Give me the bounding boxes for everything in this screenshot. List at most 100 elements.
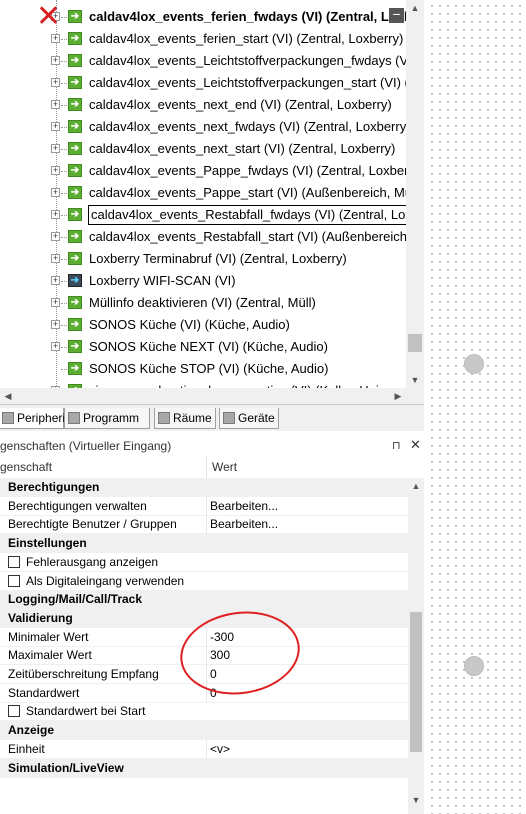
tree-item-label: caldav4lox_events_ferien_fwdays (VI) (Ze… bbox=[89, 9, 406, 24]
tree-branch-line bbox=[61, 347, 67, 348]
tab-label: Programm bbox=[83, 411, 140, 425]
column-header-value[interactable]: Wert bbox=[212, 460, 237, 474]
property-row[interactable]: Berechtigte Benutzer / Gruppen Bearbeiten… bbox=[0, 515, 408, 535]
close-icon[interactable]: ✕ bbox=[410, 436, 421, 454]
scroll-right-arrow-icon[interactable]: ▶ bbox=[390, 388, 406, 404]
expand-plus-icon[interactable]: + bbox=[51, 78, 60, 87]
properties-scrollbar[interactable]: ▲ ▼ bbox=[408, 478, 424, 814]
expand-plus-icon[interactable]: + bbox=[51, 210, 60, 219]
program-canvas[interactable] bbox=[426, 0, 526, 814]
expand-plus-icon[interactable]: + bbox=[51, 276, 60, 285]
tree-branch-line bbox=[61, 83, 67, 84]
tree-item[interactable]: + ➔ Loxberry WIFI-SCAN (VI) bbox=[0, 270, 406, 292]
vi-input-icon: ➔ bbox=[68, 10, 82, 23]
expand-plus-icon[interactable]: + bbox=[51, 100, 60, 109]
expand-plus-icon[interactable]: + bbox=[51, 232, 60, 241]
tree-item[interactable]: + ➔ SONOS Küche (VI) (Küche, Audio) bbox=[0, 314, 406, 336]
expand-plus-icon[interactable]: + bbox=[51, 166, 60, 175]
scroll-down-arrow-icon[interactable]: ▼ bbox=[408, 792, 424, 808]
scroll-down-arrow-icon[interactable]: ▼ bbox=[406, 372, 424, 388]
property-row[interactable]: Berechtigungen verwalten Bearbeiten... bbox=[0, 496, 408, 516]
property-name: Logging/Mail/Call/Track bbox=[8, 592, 143, 607]
tree-item-label: caldav4lox_events_next_fwdays (VI) (Zent… bbox=[89, 119, 406, 134]
tab-strip: Peripherie Programm Räume Geräte bbox=[0, 404, 424, 431]
property-row[interactable]: Als Digitaleingang verwenden bbox=[0, 572, 408, 591]
tree-item-label: SONOS Küche STOP (VI) (Küche, Audio) bbox=[89, 361, 329, 376]
property-row[interactable]: Standardwert bei Start bbox=[0, 702, 408, 722]
tab-programm[interactable]: Programm bbox=[64, 408, 150, 429]
collapse-minus-icon[interactable]: − bbox=[389, 7, 404, 23]
expand-plus-icon[interactable]: + bbox=[51, 298, 60, 307]
property-name: Einstellungen bbox=[8, 536, 87, 551]
expand-plus-icon[interactable]: + bbox=[51, 56, 60, 65]
property-name: Anzeige bbox=[8, 723, 55, 738]
tree-branch-line bbox=[61, 237, 67, 238]
property-name: Standardwert bei Start bbox=[26, 704, 146, 719]
tree-branch-line bbox=[61, 259, 67, 260]
expand-plus-icon[interactable]: + bbox=[51, 342, 60, 351]
expand-plus-icon[interactable]: + bbox=[51, 254, 60, 263]
scroll-thumb[interactable] bbox=[408, 334, 422, 352]
vi-input-icon: ➔ bbox=[68, 230, 82, 243]
tree-item-label: caldav4lox_events_next_start (VI) (Zentr… bbox=[89, 141, 396, 156]
expand-plus-icon[interactable]: + bbox=[51, 144, 60, 153]
column-header-property[interactable]: genschaft bbox=[0, 460, 52, 474]
expand-plus-icon[interactable]: + bbox=[51, 188, 60, 197]
tree-item[interactable]: + ➔ Loxberry Terminabruf (VI) (Zentral, Lo… bbox=[0, 248, 406, 270]
cell-divider bbox=[206, 515, 207, 535]
tree-item[interactable]: + ➔ SONOS Küche NEXT (VI) (Küche, Audio) bbox=[0, 336, 406, 358]
scroll-up-arrow-icon[interactable]: ▲ bbox=[408, 478, 424, 494]
tree-item[interactable]: +➔viessmann_heating_burner_active (VI) (… bbox=[0, 380, 406, 388]
tree-item-label: Loxberry Terminabruf (VI) (Zentral, Loxb… bbox=[89, 251, 347, 266]
tree-item[interactable]: + ➔ caldav4lox_events_Restabfall_fwdays (V… bbox=[0, 204, 406, 226]
connection-node[interactable] bbox=[464, 656, 484, 676]
tree-item[interactable]: ➔ SONOS Küche STOP (VI) (Küche, Audio) bbox=[0, 358, 406, 380]
vi-input-icon: ➔ bbox=[68, 54, 82, 67]
tree-branch-line bbox=[61, 39, 67, 40]
vi-input-icon: ➔ bbox=[68, 296, 82, 309]
checkbox[interactable] bbox=[8, 705, 20, 718]
tree-branch-line bbox=[61, 105, 67, 106]
tree-item[interactable]: + ➔ Müllinfo deaktivieren (VI) (Zentral, M… bbox=[0, 292, 406, 314]
properties-header: genschaft Wert bbox=[0, 456, 424, 479]
checkbox[interactable] bbox=[8, 555, 20, 568]
pin-icon[interactable]: ⊓ bbox=[392, 437, 401, 455]
scroll-up-arrow-icon[interactable]: ▲ bbox=[406, 0, 424, 16]
property-value[interactable]: <v> bbox=[210, 740, 230, 759]
tree-item[interactable]: + ➔ caldav4lox_events_Leichtstoffverpackun… bbox=[0, 50, 406, 72]
scroll-left-arrow-icon[interactable]: ◀ bbox=[0, 388, 16, 404]
property-category: Einstellungen bbox=[0, 534, 408, 554]
tab-peripherie[interactable]: Peripherie bbox=[0, 408, 72, 429]
vi-input-icon: ➔ bbox=[68, 208, 82, 221]
property-row[interactable]: Einheit <v> bbox=[0, 739, 408, 759]
tree-item[interactable]: + ➔ caldav4lox_events_next_end (VI) (Zentr… bbox=[0, 94, 406, 116]
expand-plus-icon[interactable]: + bbox=[51, 34, 60, 43]
tab-rume[interactable]: Räume bbox=[154, 408, 216, 429]
vi-input-icon: ➔ bbox=[68, 318, 82, 331]
tree-item[interactable]: + ➔ caldav4lox_events_Pappe_fwdays (VI) (Z… bbox=[0, 160, 406, 182]
tree-item[interactable]: + ➔ caldav4lox_events_Leichtstoffverpackun… bbox=[0, 72, 406, 94]
expand-plus-icon[interactable]: + bbox=[51, 320, 60, 329]
tree-item[interactable]: + ➔ caldav4lox_events_Pappe_start (VI) (Au… bbox=[0, 182, 406, 204]
tree-item[interactable]: + ➔ caldav4lox_events_next_fwdays (VI) (Ze… bbox=[0, 116, 406, 138]
scroll-thumb[interactable] bbox=[410, 612, 422, 752]
vi-dark-icon: ➔ bbox=[68, 274, 82, 287]
tree-branch-line bbox=[61, 193, 67, 194]
property-name: Simulation/LiveView bbox=[8, 760, 124, 775]
tree-horizontal-scrollbar[interactable]: ◀ ▶ bbox=[0, 388, 424, 404]
expand-plus-icon[interactable]: + bbox=[51, 122, 60, 131]
tree-item[interactable]: + ➔ caldav4lox_events_Restabfall_start (VI… bbox=[0, 226, 406, 248]
tab-label: Geräte bbox=[238, 411, 275, 425]
property-value[interactable]: Bearbeiten... bbox=[210, 515, 278, 534]
connection-node[interactable] bbox=[464, 354, 484, 374]
left-panel: + ➔ caldav4lox_events_ferien_fwdays (VI) (… bbox=[0, 0, 426, 814]
checkbox[interactable] bbox=[8, 574, 20, 587]
tree-item-label: caldav4lox_events_Pappe_start (VI) (Auße… bbox=[89, 185, 406, 200]
tree-vertical-scrollbar[interactable]: ▲ ▼ bbox=[406, 0, 424, 388]
tree-item[interactable]: + ➔ caldav4lox_events_next_start (VI) (Zen… bbox=[0, 138, 406, 160]
tree-item-label: caldav4lox_events_Pappe_fwdays (VI) (Zen… bbox=[89, 163, 406, 178]
tab-gerte[interactable]: Geräte bbox=[219, 408, 279, 429]
property-row[interactable]: Fehlerausgang anzeigen bbox=[0, 553, 408, 572]
property-value[interactable]: Bearbeiten... bbox=[210, 497, 278, 516]
tree-branch-line bbox=[61, 127, 67, 128]
